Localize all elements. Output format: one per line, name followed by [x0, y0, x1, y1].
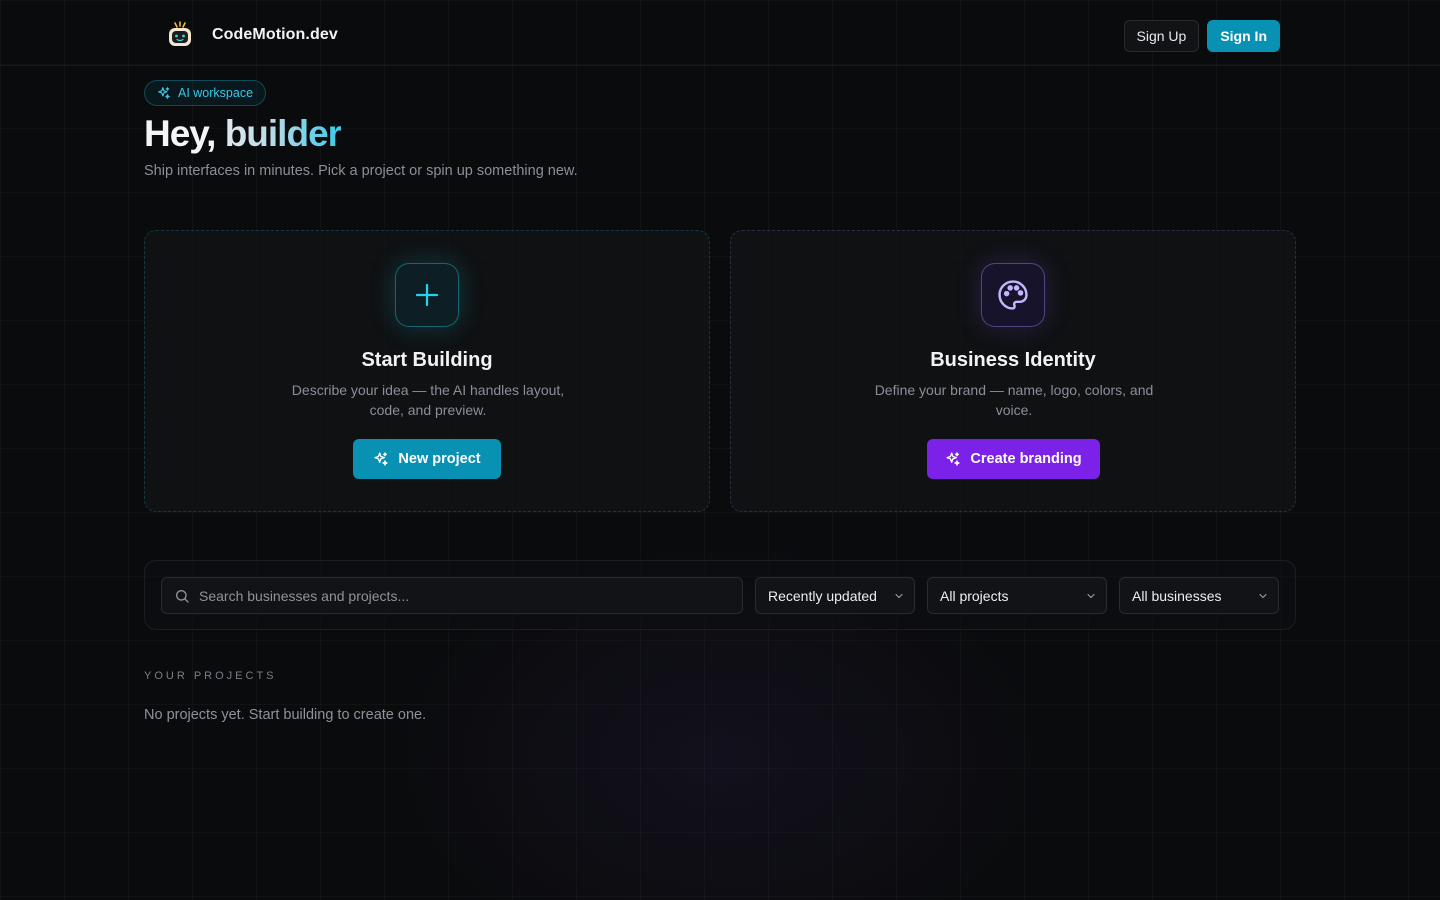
search-box[interactable]: [161, 577, 743, 614]
business-filter-value: All businesses: [1132, 587, 1222, 604]
card-title: Business Identity: [930, 349, 1096, 371]
sign-up-button[interactable]: Sign Up: [1123, 20, 1200, 52]
sort-value: Recently updated: [768, 587, 877, 604]
sparkles-icon: [945, 451, 961, 467]
button-label: New project: [398, 451, 481, 467]
badge-label: AI workspace: [178, 86, 254, 100]
sort-select[interactable]: Recently updated: [755, 577, 915, 614]
greeting: Hey,: [144, 113, 216, 154]
card-description: Define your brand — name, logo, colors, …: [874, 382, 1154, 418]
page-title: Hey, builder: [144, 110, 342, 158]
user-name: builder: [224, 113, 342, 154]
projects-section-label: YOUR PROJECTS: [144, 670, 277, 682]
top-bar: CodeMotion.dev Sign Up Sign In: [0, 0, 1440, 66]
button-label: Create branding: [970, 451, 1082, 467]
chevron-down-icon: [1076, 590, 1106, 602]
search-icon: [174, 588, 190, 604]
chevron-down-icon: [1248, 590, 1278, 602]
card-title: Start Building: [361, 349, 493, 371]
robot-icon: [164, 19, 196, 51]
palette-icon: [981, 263, 1045, 327]
project-filter-select[interactable]: All projects: [927, 577, 1107, 614]
empty-projects-message: No projects yet. Start building to creat…: [144, 707, 427, 723]
business-filter-select[interactable]: All businesses: [1119, 577, 1279, 614]
business-identity-card: Business Identity Define your brand — na…: [730, 230, 1296, 512]
sign-in-button[interactable]: Sign In: [1207, 20, 1280, 52]
sparkles-icon: [157, 86, 171, 100]
card-description: Describe your idea — the AI handles layo…: [291, 382, 565, 418]
create-branding-button[interactable]: Create branding: [927, 439, 1100, 479]
brand-name: CodeMotion.dev: [212, 26, 338, 43]
ai-workspace-badge: AI workspace: [144, 80, 267, 106]
plus-icon: [395, 263, 459, 327]
start-building-card: Start Building Describe your idea — the …: [144, 230, 710, 512]
chevron-down-icon: [884, 590, 914, 602]
search-input[interactable]: [199, 578, 742, 613]
project-filter-value: All projects: [940, 587, 1009, 604]
filter-bar: Recently updated All projects All busine…: [144, 560, 1296, 630]
sparkles-icon: [373, 451, 389, 467]
brand[interactable]: CodeMotion.dev: [164, 19, 338, 51]
auth-buttons: Sign Up Sign In: [1123, 20, 1280, 52]
new-project-button[interactable]: New project: [353, 439, 501, 479]
page-subtitle: Ship interfaces in minutes. Pick a proje…: [144, 163, 578, 179]
